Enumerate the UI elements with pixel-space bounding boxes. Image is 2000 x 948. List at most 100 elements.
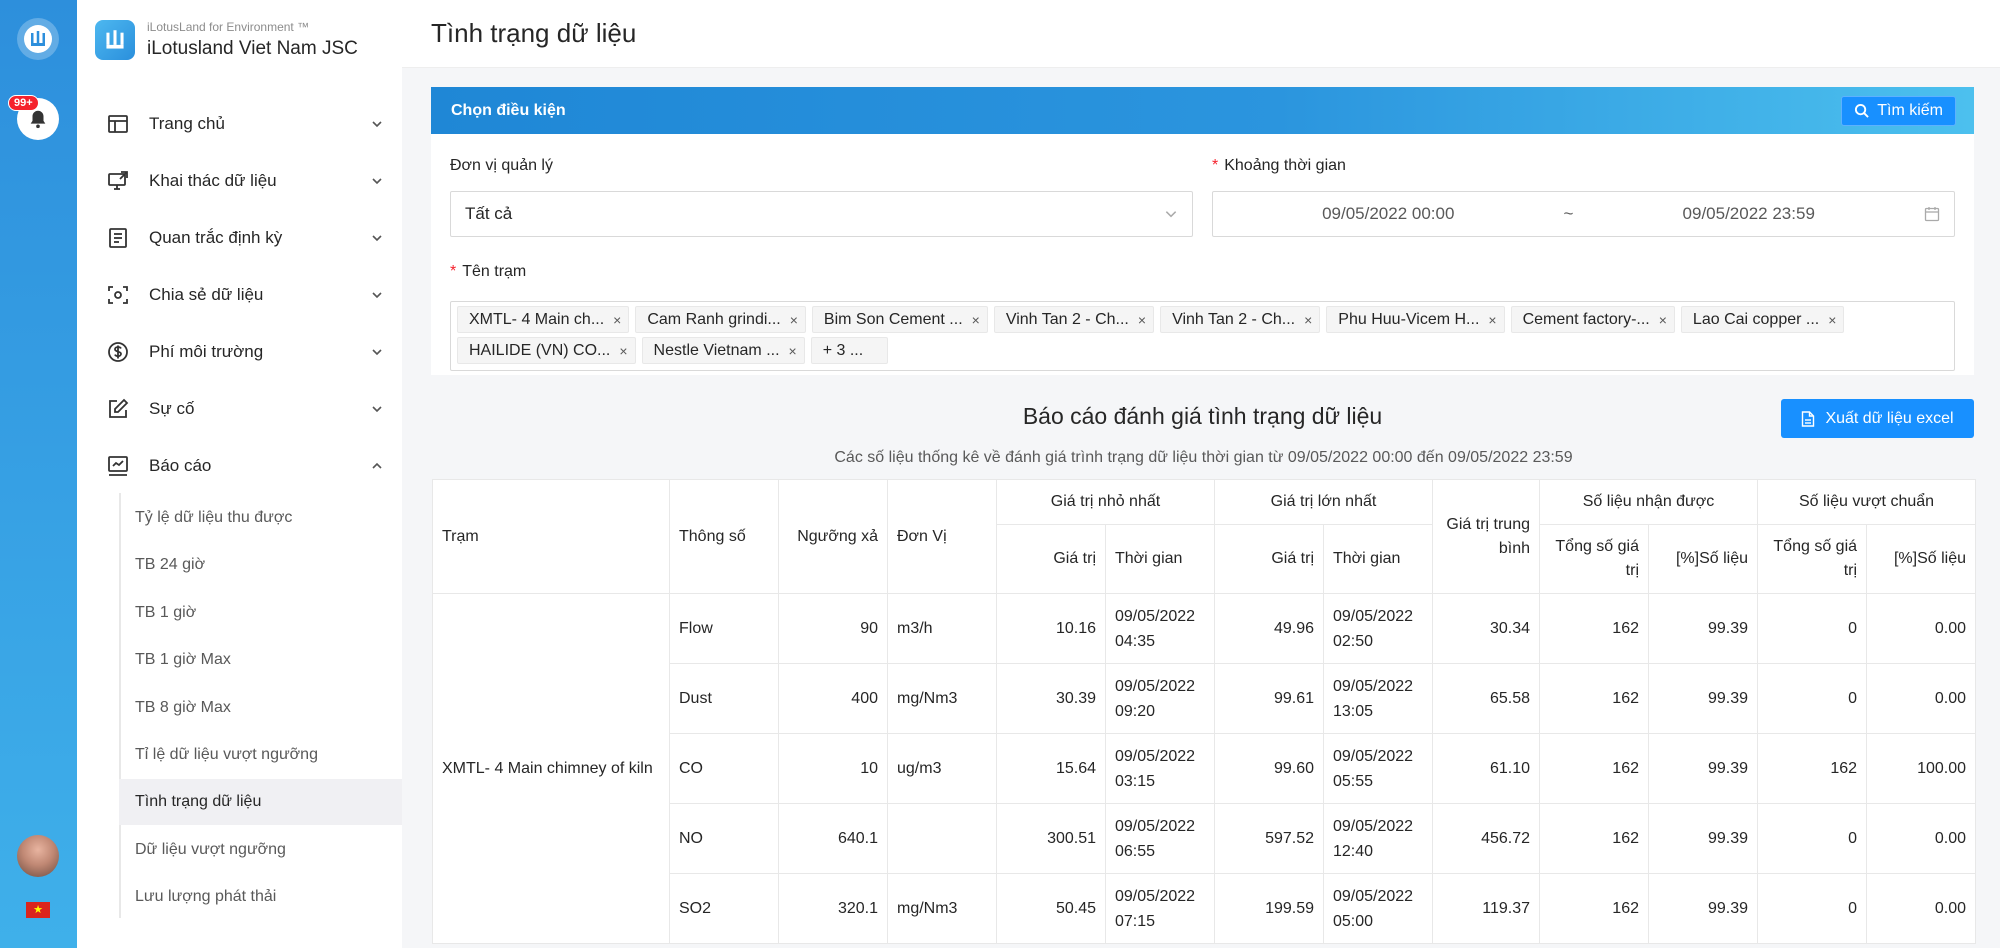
received-total-cell: 162 — [1539, 663, 1649, 734]
close-icon[interactable]: × — [972, 312, 980, 328]
menu-item-chia-se[interactable]: Chia sẻ dữ liệu — [105, 275, 385, 315]
station-tag-label: Vinh Tan 2 - Ch... — [1005, 310, 1129, 328]
file-export-icon — [1802, 410, 1815, 427]
submenu-item-ty-le-thu-duoc[interactable]: Tỷ lệ dữ liệu thu được — [119, 495, 402, 541]
menu-item-khai-thac[interactable]: Khai thác dữ liệu — [105, 161, 385, 201]
station-label: * Tên trạm — [450, 263, 526, 281]
user-avatar[interactable] — [17, 835, 59, 877]
received-percent-cell: 99.39 — [1647, 593, 1759, 664]
param-cell: CO — [669, 733, 779, 804]
station-multiselect[interactable]: XMTL- 4 Main ch... × Cam Ranh grindi... × … — [450, 301, 1955, 371]
submenu-item-tb-8-gio-max[interactable]: TB 8 giờ Max — [119, 685, 402, 731]
search-button-label: Tìm kiếm — [1877, 101, 1943, 119]
min-time-cell: 09/05/2022 04:35 — [1105, 593, 1215, 664]
threshold-cell: 90 — [778, 593, 888, 664]
station-tag[interactable]: XMTL- 4 Main ch... × — [457, 306, 630, 333]
submenu-item-tb-24-gio[interactable]: TB 24 giờ — [119, 542, 402, 588]
submenu-item-tb-1-gio[interactable]: TB 1 giờ — [119, 590, 402, 636]
more-stations-tag[interactable]: + 3 ... — [810, 337, 889, 364]
col-exceed-total: Tổng số giá trị — [1757, 524, 1868, 594]
menu-item-bao-cao[interactable]: Báo cáo — [105, 446, 385, 486]
min-value-cell: 50.45 — [996, 873, 1106, 944]
scan-share-icon — [105, 282, 131, 308]
station-tag[interactable]: Vinh Tan 2 - Ch... × — [1160, 306, 1321, 333]
menu-item-su-co[interactable]: Sự cố — [105, 389, 385, 429]
submenu-item-luu-luong-phat-thai[interactable]: Lưu lượng phát thải — [119, 874, 402, 920]
close-icon[interactable]: × — [1138, 312, 1146, 328]
close-icon[interactable]: × — [1828, 312, 1836, 328]
close-icon[interactable]: × — [1304, 312, 1312, 328]
document-list-icon — [105, 225, 131, 251]
station-tag[interactable]: Nestle Vietnam ... × — [641, 337, 805, 364]
menu-item-quan-trac[interactable]: Quan trắc định kỳ — [105, 218, 385, 258]
station-tag-label: Cam Ranh grindi... — [647, 310, 781, 328]
menu-item-trang-chu[interactable]: Trang chủ — [105, 104, 385, 144]
station-label-text: Tên trạm — [462, 263, 527, 280]
exceed-percent-cell: 0.00 — [1866, 593, 1977, 664]
param-cell: Dust — [669, 663, 779, 734]
col-received-group: Số liệu nhận được — [1538, 479, 1759, 525]
close-icon[interactable]: × — [789, 343, 797, 359]
unit-select[interactable]: Tất cả — [450, 191, 1193, 237]
min-value-cell: 15.64 — [996, 733, 1106, 804]
search-icon — [1855, 103, 1869, 118]
min-value-cell: 30.39 — [996, 663, 1106, 734]
date-from[interactable]: 09/05/2022 00:00 — [1213, 204, 1564, 224]
station-tag[interactable]: Cam Ranh grindi... × — [635, 306, 806, 333]
chevron-down-icon — [369, 230, 385, 246]
menu-label: Chia sẻ dữ liệu — [149, 285, 264, 304]
close-icon[interactable]: × — [619, 343, 627, 359]
col-min-value: Giá trị — [996, 524, 1106, 594]
exceed-total-cell: 162 — [1757, 733, 1868, 804]
station-tag[interactable]: Vinh Tan 2 - Ch... × — [993, 306, 1155, 333]
col-max-time: Thời gian — [1323, 524, 1433, 594]
unit-label: Đơn vị quản lý — [450, 157, 553, 174]
flag-star: ★ — [33, 903, 43, 916]
col-received-percent: [%]Số liệu — [1647, 524, 1759, 594]
station-tag[interactable]: Bim Son Cement ... × — [811, 306, 988, 333]
app-logo-icon[interactable] — [17, 18, 59, 60]
station-tag-label: Nestle Vietnam ... — [653, 341, 780, 359]
col-station: Trạm — [432, 479, 670, 594]
unit-cell — [887, 803, 997, 874]
received-percent-cell: 99.39 — [1647, 663, 1759, 734]
exceed-total-cell: 0 — [1757, 873, 1868, 944]
col-exceed-group: Số liệu vượt chuẩn — [1757, 479, 1977, 525]
close-icon[interactable]: × — [613, 312, 621, 328]
edit-square-icon — [105, 396, 131, 422]
station-tag-label: XMTL- 4 Main ch... — [469, 310, 605, 328]
station-tag[interactable]: Cement factory-... × — [1510, 306, 1675, 333]
col-max-group: Giá trị lớn nhất — [1214, 479, 1433, 525]
chevron-down-icon — [369, 287, 385, 303]
date-to[interactable]: 09/05/2022 23:59 — [1573, 204, 1924, 224]
received-percent-cell: 99.39 — [1647, 803, 1759, 874]
chevron-up-icon — [369, 458, 385, 474]
col-min-group: Giá trị nhỏ nhất — [996, 479, 1215, 525]
max-value-cell: 199.59 — [1214, 873, 1324, 944]
close-icon[interactable]: × — [1488, 312, 1496, 328]
station-tag[interactable]: Phu Huu-Vicem H... × — [1326, 306, 1505, 333]
sidebar: iLotusLand for Environment ™ iLotusland … — [77, 0, 402, 948]
station-tag[interactable]: Lao Cai copper ... × — [1680, 306, 1845, 333]
export-excel-button[interactable]: Xuất dữ liệu excel — [1781, 399, 1974, 438]
station-tag[interactable]: HAILIDE (VN) CO... × — [457, 337, 636, 364]
param-cell: SO2 — [669, 873, 779, 944]
menu-item-phi-moi-truong[interactable]: Phí môi trường — [105, 332, 385, 372]
unit-cell: m3/h — [887, 593, 997, 664]
chevron-down-icon — [369, 116, 385, 132]
submenu-item-ti-le-vuot-nguong[interactable]: Tỉ lệ dữ liệu vượt ngưỡng — [119, 732, 402, 778]
required-mark: * — [450, 263, 457, 280]
vietnam-flag-icon[interactable]: ★ — [26, 902, 50, 918]
unit-cell: mg/Nm3 — [887, 873, 997, 944]
org-name: iLotusland Viet Nam JSC — [147, 38, 358, 59]
search-button[interactable]: Tìm kiếm — [1841, 95, 1956, 126]
submenu-item-tinh-trang-du-lieu[interactable]: Tình trạng dữ liệu — [119, 779, 402, 825]
org-header: iLotusLand for Environment ™ iLotusland … — [95, 20, 358, 60]
submenu-item-tb-1-gio-max[interactable]: TB 1 giờ Max — [119, 637, 402, 683]
close-icon[interactable]: × — [1659, 312, 1667, 328]
filter-card-header: Chọn điều kiện Tìm kiếm — [431, 87, 1974, 134]
date-range-picker[interactable]: 09/05/2022 00:00 ~ 09/05/2022 23:59 — [1212, 191, 1955, 237]
close-icon[interactable]: × — [790, 312, 798, 328]
submenu-item-du-lieu-vuot-nguong[interactable]: Dữ liệu vượt ngưỡng — [119, 827, 402, 873]
report-title: Báo cáo đánh giá tình trạng dữ liệu — [1022, 403, 1383, 429]
